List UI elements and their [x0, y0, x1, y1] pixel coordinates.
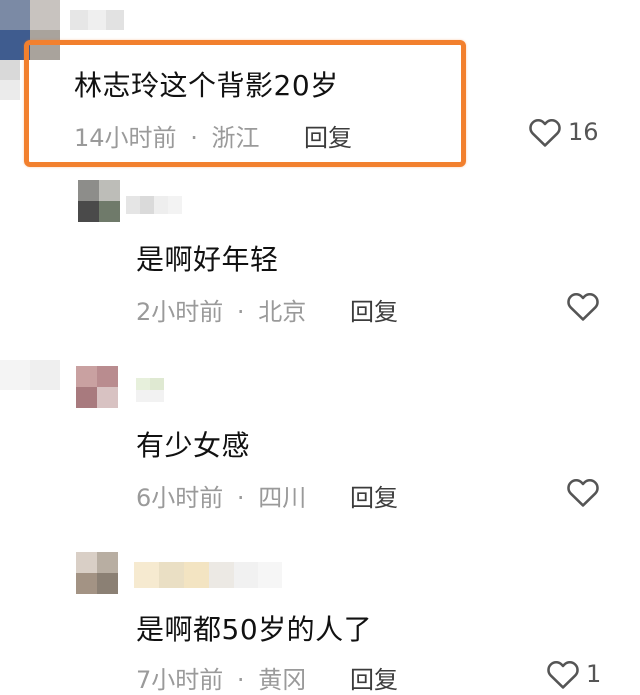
like-count: 16 [568, 118, 599, 146]
heart-outline-icon [547, 661, 579, 689]
comment-meta: 2小时前 · 北京 [136, 292, 306, 327]
reply-button[interactable]: 回复 [350, 478, 398, 513]
like-button[interactable] [566, 290, 606, 322]
comment-time: 14小时前 [74, 124, 177, 152]
comment-meta: 14小时前 · 浙江 [74, 118, 259, 153]
meta-separator: · [190, 124, 198, 152]
comment-location: 黄冈 [258, 666, 307, 694]
username-blurred[interactable] [126, 196, 182, 214]
comment-text: 是啊好年轻 [136, 243, 279, 276]
comment-time: 7小时前 [136, 666, 224, 694]
heart-outline-icon [567, 479, 599, 507]
like-count: 1 [586, 660, 602, 688]
avatar[interactable] [76, 552, 118, 594]
username-blurred[interactable] [70, 10, 124, 30]
like-button[interactable] [566, 476, 606, 508]
reply-button[interactable]: 回复 [304, 118, 352, 153]
avatar[interactable] [76, 366, 118, 408]
comment-location: 北京 [258, 298, 307, 326]
like-button[interactable]: 1 [546, 658, 601, 690]
comment-text: 林志玲这个背影20岁 [74, 69, 339, 102]
comment-time: 6小时前 [136, 484, 224, 512]
reply-button[interactable]: 回复 [350, 292, 398, 327]
comment-location: 四川 [258, 484, 307, 512]
avatar-edge-blur [0, 60, 20, 100]
reply-button[interactable]: 回复 [350, 660, 398, 695]
meta-separator: · [236, 298, 245, 326]
heart-outline-icon [529, 119, 561, 147]
comment-text: 有少女感 [136, 429, 251, 462]
meta-separator: · [236, 484, 245, 512]
comment-time: 2小时前 [136, 298, 224, 326]
username-blurred[interactable] [134, 562, 282, 588]
username-blurred[interactable] [136, 378, 164, 402]
comment-meta: 6小时前 · 四川 [136, 478, 306, 513]
avatar-edge-blur [0, 360, 60, 390]
comment-meta: 7小时前 · 黄冈 [136, 660, 306, 695]
comment-location: 浙江 [211, 124, 260, 152]
meta-separator: · [236, 666, 245, 694]
comment-text: 是啊都50岁的人了 [136, 613, 373, 646]
heart-outline-icon [567, 293, 599, 321]
like-button[interactable]: 16 [528, 116, 599, 148]
avatar[interactable] [78, 180, 120, 222]
